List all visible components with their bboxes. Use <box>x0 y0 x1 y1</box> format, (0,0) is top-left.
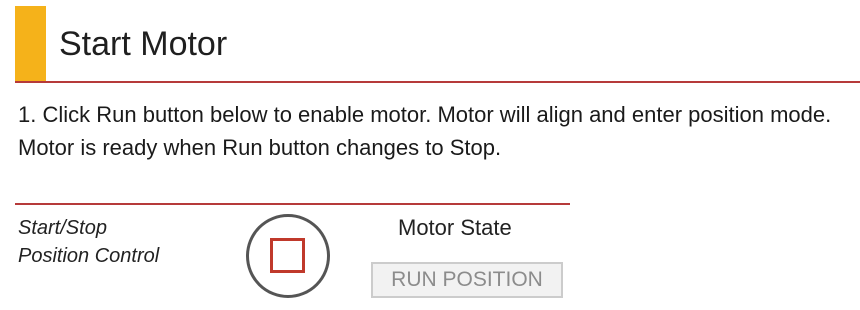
header-divider <box>15 81 860 83</box>
run-stop-button[interactable] <box>246 214 330 298</box>
page-title: Start Motor <box>59 25 228 63</box>
motor-state-value: RUN POSITION <box>371 262 563 298</box>
section-divider <box>15 203 570 205</box>
control-label-line1: Start/Stop <box>18 217 107 239</box>
page-header: Start Motor <box>15 0 860 84</box>
motor-state-label: Motor State <box>398 215 512 240</box>
stop-square-icon <box>270 238 305 273</box>
header-accent-bar <box>15 6 46 82</box>
instructions-text: 1. Click Run button below to enable moto… <box>18 102 832 160</box>
start-stop-control-label: Start/Stop Position Control <box>18 214 159 270</box>
control-label-line2: Position Control <box>18 245 160 267</box>
